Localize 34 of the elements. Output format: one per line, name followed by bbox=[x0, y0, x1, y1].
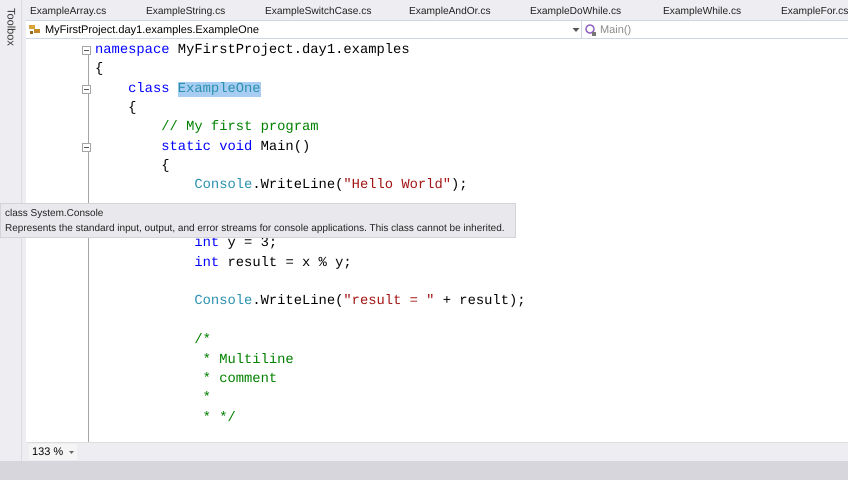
type-dropdown[interactable]: MyFirstProject.day1.examples.ExampleOne bbox=[26, 21, 582, 38]
file-tab[interactable]: ExampleString.cs bbox=[146, 6, 265, 20]
code-line: { bbox=[95, 61, 104, 80]
caret-icon bbox=[571, 28, 581, 32]
code-line: * bbox=[202, 390, 211, 408]
code-line: * comment bbox=[202, 370, 278, 389]
file-tab[interactable]: ExampleArray.cs bbox=[30, 6, 146, 20]
file-tab[interactable]: ExampleAndOr.cs bbox=[409, 6, 530, 20]
code-line: * Multiline bbox=[202, 352, 294, 370]
file-tab[interactable]: ExampleFor.cs bbox=[781, 6, 847, 20]
method-icon bbox=[585, 24, 597, 36]
collapse-icon[interactable] bbox=[82, 46, 91, 55]
file-tab[interactable]: ExampleWhile.cs bbox=[663, 6, 781, 20]
class-icon bbox=[29, 24, 42, 35]
code-line: { bbox=[160, 158, 170, 176]
tooltip-description: Represents the standard input, output, and error streams for console applications. This class cannot be inherited. bbox=[5, 222, 505, 236]
file-tab[interactable]: ExampleSwitchCase.cs bbox=[265, 6, 409, 20]
code-line: class ExampleOne bbox=[127, 80, 261, 99]
code-line: Console.WriteLine("Hello World"); bbox=[193, 177, 468, 196]
zoom-dropdown[interactable]: 133 % bbox=[29, 444, 78, 460]
collapse-icon[interactable] bbox=[82, 142, 91, 152]
caret-icon bbox=[69, 450, 74, 454]
code-line: * */ bbox=[202, 410, 236, 428]
code-line: /* bbox=[193, 332, 211, 350]
collapse-icon[interactable] bbox=[82, 84, 91, 94]
code-line: namespace MyFirstProject.day1.examples bbox=[95, 42, 410, 60]
code-line: Console.WriteLine("result = " + result); bbox=[193, 293, 526, 312]
file-tab[interactable]: ExampleDoWhile.cs bbox=[530, 6, 663, 20]
code-line: // My first program bbox=[160, 119, 319, 138]
code-line: static void Main() bbox=[160, 138, 310, 157]
tooltip-signature: class System.Console bbox=[5, 207, 104, 221]
toolbox-tab[interactable]: Toolbox bbox=[4, 8, 16, 62]
code-line: { bbox=[127, 100, 136, 118]
code-line: int result = x % y; bbox=[193, 254, 352, 273]
